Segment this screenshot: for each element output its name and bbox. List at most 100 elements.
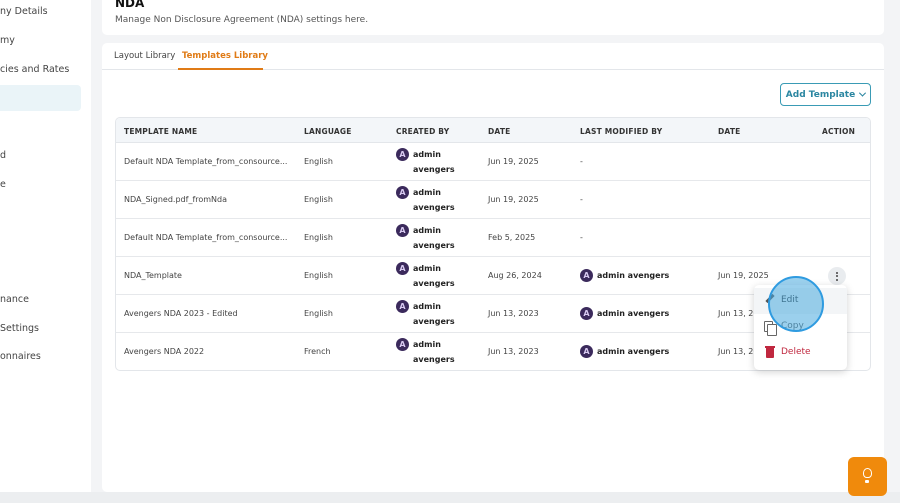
created-by-last: avengers [413, 241, 455, 250]
modified-date: Jun 13, 20 [718, 309, 759, 318]
avatar [580, 269, 593, 282]
sidebar-item-e[interactable]: e [0, 179, 6, 190]
last-modified-by-user: admin avengers [580, 268, 669, 283]
table-row[interactable]: Default NDA Template_from_consource... E… [116, 219, 870, 257]
created-by-user: admin avengers [396, 223, 463, 253]
created-date: Aug 26, 2024 [488, 271, 542, 280]
add-template-label: Add Template [785, 89, 856, 100]
template-name: Default NDA Template_from_consource... [124, 157, 288, 166]
sidebar: ny Details my cies and Rates d e nance S… [0, 0, 91, 492]
created-by-first: admin [413, 188, 441, 197]
created-date: Jun 19, 2025 [488, 157, 539, 166]
column-header-action: ACTION [822, 127, 856, 136]
template-language: English [304, 195, 333, 204]
template-name: Default NDA Template_from_consource... [124, 233, 288, 242]
column-header-created-by[interactable]: CREATED BY [396, 127, 449, 136]
created-by-user: admin avengers [396, 147, 463, 177]
created-by-last: avengers [413, 317, 455, 326]
menu-item-delete[interactable]: Delete [754, 340, 847, 366]
header-card: NDA Manage Non Disclosure Agreement (NDA… [102, 0, 884, 35]
row-actions-kebab-icon[interactable] [828, 267, 846, 285]
created-by-first: admin [413, 150, 441, 159]
template-name: Avengers NDA 2022 [124, 347, 205, 356]
created-date: Jun 13, 2023 [488, 309, 539, 318]
created-date: Feb 5, 2025 [488, 233, 536, 242]
column-header-template-name[interactable]: TEMPLATE NAME [124, 127, 197, 136]
menu-item-edit-label: Edit [781, 295, 799, 305]
avatar [396, 186, 409, 199]
help-button[interactable] [848, 457, 887, 496]
created-by-first: admin [413, 340, 441, 349]
tab-layout-library[interactable]: Layout Library [114, 51, 175, 61]
tab-templates-library[interactable]: Templates Library [182, 51, 268, 61]
avatar [396, 224, 409, 237]
active-tab-indicator [178, 68, 263, 70]
chevron-down-icon [859, 89, 867, 97]
pencil-icon [765, 293, 775, 304]
created-by-first: admin [413, 226, 441, 235]
created-by-user: admin avengers [396, 185, 463, 215]
template-language: English [304, 233, 333, 242]
menu-item-copy-label: Copy [781, 321, 804, 331]
column-header-date[interactable]: DATE [488, 127, 511, 136]
sidebar-item-policies-and-rates[interactable]: cies and Rates [0, 64, 69, 75]
add-template-button[interactable]: Add Template [780, 83, 871, 106]
table-header: TEMPLATE NAME LANGUAGE CREATED BY DATE L… [116, 118, 870, 143]
page-title: NDA [115, 0, 145, 10]
tab-bar: Layout Library Templates Library [102, 43, 884, 70]
created-by-last: avengers [413, 355, 455, 364]
template-name: NDA_Signed.pdf_fromNda [124, 195, 228, 204]
template-language: English [304, 271, 333, 280]
created-by-first: admin [413, 264, 441, 273]
menu-item-edit[interactable]: Edit [754, 288, 847, 314]
created-by-last: avengers [413, 279, 455, 288]
menu-item-delete-label: Delete [781, 347, 811, 357]
avatar [580, 345, 593, 358]
copy-icon [764, 321, 777, 336]
avatar [396, 262, 409, 275]
menu-item-copy[interactable]: Copy [754, 314, 847, 340]
sidebar-item-questionnaires[interactable]: onnaires [0, 351, 41, 362]
avatar [396, 300, 409, 313]
last-modified-by: - [580, 195, 583, 204]
template-name: NDA_Template [124, 271, 182, 280]
avatar [396, 338, 409, 351]
template-name: Avengers NDA 2023 - Edited [124, 309, 238, 318]
sidebar-item-settings[interactable]: Settings [0, 323, 39, 334]
sidebar-item-company-details[interactable]: ny Details [0, 6, 48, 17]
created-by-user: admin avengers [396, 261, 463, 291]
template-language: English [304, 157, 333, 166]
last-modified-by: admin avengers [597, 271, 670, 280]
lightbulb-icon [863, 468, 872, 483]
table-row[interactable]: Default NDA Template_from_consource... E… [116, 143, 870, 181]
column-header-language[interactable]: LANGUAGE [304, 127, 352, 136]
last-modified-by: admin avengers [597, 309, 670, 318]
avatar [580, 307, 593, 320]
column-header-modified-date[interactable]: DATE [718, 127, 741, 136]
last-modified-by: - [580, 233, 583, 242]
last-modified-by: admin avengers [597, 347, 670, 356]
sidebar-item-governance[interactable]: nance [0, 294, 29, 305]
bottom-strip [0, 492, 900, 503]
created-date: Jun 19, 2025 [488, 195, 539, 204]
trash-icon [765, 346, 775, 358]
last-modified-by-user: admin avengers [580, 344, 669, 359]
modified-date: Jun 13, 20 [718, 347, 759, 356]
sidebar-item-taxonomy[interactable]: my [0, 35, 15, 46]
last-modified-by-user: admin avengers [580, 306, 669, 321]
sidebar-item-d[interactable]: d [0, 150, 6, 161]
created-by-user: admin avengers [396, 299, 463, 329]
created-by-last: avengers [413, 203, 455, 212]
column-header-last-modified-by[interactable]: LAST MODIFIED BY [580, 127, 662, 136]
template-language: French [304, 347, 331, 356]
created-by-user: admin avengers [396, 337, 463, 367]
created-by-first: admin [413, 302, 441, 311]
modified-date: Jun 19, 2025 [718, 271, 769, 280]
avatar [396, 148, 409, 161]
template-language: English [304, 309, 333, 318]
sidebar-item-nda-active[interactable] [0, 85, 81, 111]
created-by-last: avengers [413, 165, 455, 174]
page-subtitle: Manage Non Disclosure Agreement (NDA) se… [115, 15, 369, 25]
table-row[interactable]: NDA_Signed.pdf_fromNda English admin aven… [116, 181, 870, 219]
content-card: Layout Library Templates Library Add Tem… [102, 43, 884, 492]
